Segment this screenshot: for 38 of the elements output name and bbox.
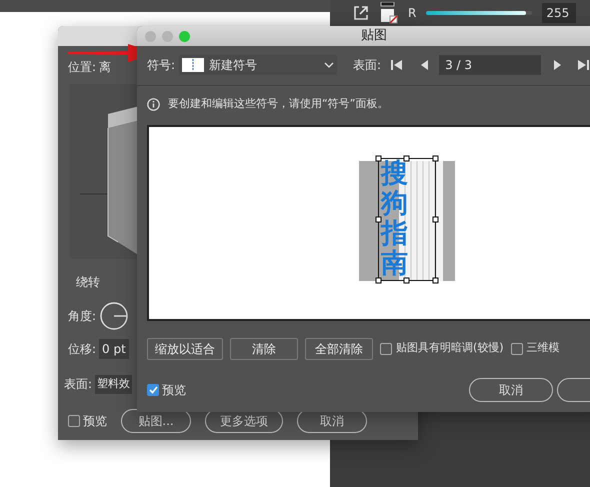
dialog-button[interactable]: 缩放以适合 bbox=[147, 338, 223, 360]
option-label: 贴图具有明暗调(较慢) bbox=[396, 340, 504, 356]
chevron-icon bbox=[324, 61, 334, 69]
info-text: 要创建和编辑这些符号，请使用“符号”面板。 bbox=[168, 96, 388, 112]
preview-label: 预览 bbox=[162, 382, 186, 398]
page-field[interactable]: 3 / 3 bbox=[439, 55, 542, 75]
preview-label: 预览 bbox=[83, 413, 107, 430]
checkbox[interactable] bbox=[147, 384, 159, 396]
r-slider[interactable] bbox=[426, 11, 532, 15]
symbol-label: 符号: bbox=[147, 57, 176, 74]
checkbox[interactable] bbox=[510, 342, 523, 354]
angle-label: 角度: bbox=[68, 308, 96, 325]
dialog-button[interactable]: 全部清除 bbox=[305, 338, 373, 360]
rotate-heading: 绕转 bbox=[76, 274, 101, 291]
surface-label: 表面: bbox=[353, 57, 382, 74]
surface-label: 表面: bbox=[64, 376, 92, 394]
value-field[interactable]: 255 bbox=[542, 3, 576, 23]
position-label: 位置: bbox=[68, 59, 96, 76]
position-value[interactable]: 离 bbox=[99, 58, 112, 76]
last-page-icon[interactable] bbox=[575, 58, 590, 72]
surface-select[interactable]: 塑料效 bbox=[95, 375, 132, 394]
color-swatch-icon[interactable] bbox=[380, 2, 398, 24]
window-title: 贴图 bbox=[361, 27, 387, 46]
offset-label: 位移: bbox=[68, 341, 96, 358]
symbol-thumbnail-icon bbox=[182, 58, 204, 72]
checkbox[interactable] bbox=[68, 415, 80, 427]
offset-field[interactable]: 0 pt bbox=[99, 339, 129, 359]
symbol-dropdown[interactable]: 新建符号 bbox=[179, 55, 338, 75]
symbol-art-text: 搜狗指南 bbox=[381, 158, 408, 280]
option-label: 三维模 bbox=[526, 340, 560, 356]
checkbox[interactable] bbox=[380, 342, 392, 354]
dialog-button[interactable]: 清除 bbox=[230, 338, 298, 360]
info-icon bbox=[147, 98, 160, 111]
slider-label: R bbox=[408, 5, 416, 22]
angle-dial[interactable] bbox=[99, 301, 130, 331]
dialog-button[interactable]: 贴图... bbox=[121, 409, 191, 433]
export-icon[interactable] bbox=[352, 4, 370, 22]
cancel-button[interactable]: 取消 bbox=[469, 378, 553, 402]
